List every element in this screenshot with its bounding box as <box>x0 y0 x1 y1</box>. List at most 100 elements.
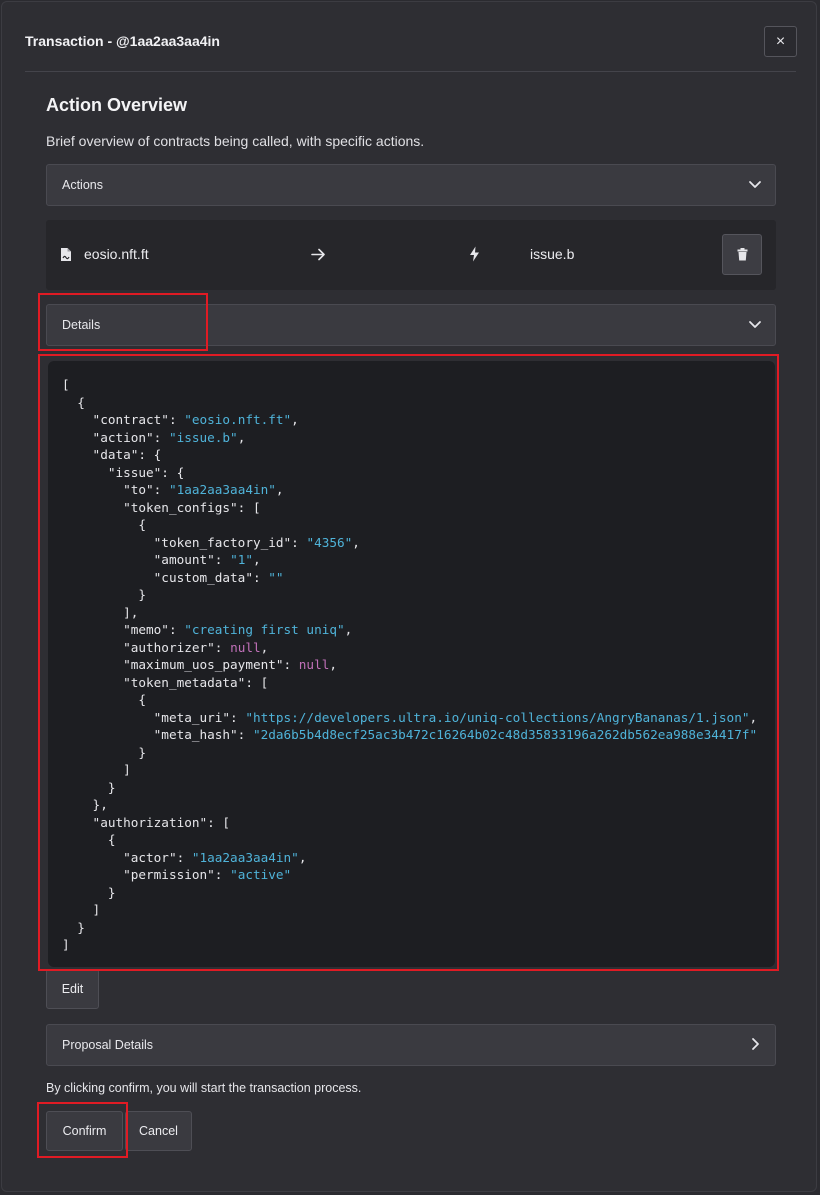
json-line: "contract": "eosio.nft.ft", <box>62 411 757 429</box>
json-token: } <box>62 587 147 602</box>
json-line: { <box>62 516 757 534</box>
modal-header: Transaction - @1aa2aa3aa4in × <box>2 2 816 72</box>
section-description: Brief overview of contracts being called… <box>46 133 425 149</box>
delete-action-button[interactable] <box>722 234 762 275</box>
json-token: "token_metadata": [ <box>62 674 269 690</box>
cancel-button[interactable]: Cancel <box>125 1111 192 1151</box>
json-line: "token_configs": [ <box>62 499 757 517</box>
json-token: "contract": <box>62 412 185 427</box>
header-divider <box>25 71 796 72</box>
json-string-token: "https://developers.ultra.io/uniq-collec… <box>245 709 750 725</box>
json-string-token: "creating first uniq" <box>184 622 345 637</box>
json-line: } <box>62 586 757 604</box>
json-line: [ <box>62 376 757 394</box>
json-token: "authorization": [ <box>62 814 231 830</box>
json-token: } <box>62 919 85 935</box>
json-string-token: "active" <box>230 867 292 882</box>
json-token: "token_configs": [ <box>62 499 261 515</box>
json-string-token: "4356" <box>306 534 353 550</box>
json-string-token: "1" <box>230 552 253 567</box>
json-line: "to": "1aa2aa3aa4in", <box>62 481 757 499</box>
json-string-token: "issue.b" <box>168 429 238 445</box>
json-token: { <box>62 692 147 707</box>
json-token: "authorizer": <box>62 639 231 655</box>
arrow-right-icon <box>311 248 325 261</box>
json-token: , <box>252 552 261 567</box>
json-line: ] <box>62 761 757 779</box>
transaction-modal: Transaction - @1aa2aa3aa4in × Action Ove… <box>1 1 817 1192</box>
json-token: , <box>749 709 758 725</box>
json-token: , <box>260 639 269 655</box>
json-line: } <box>62 744 757 762</box>
json-line: ] <box>62 936 757 954</box>
json-line: "meta_hash": "2da6b5b4d8ecf25ac3b472c162… <box>62 726 757 744</box>
json-line: ] <box>62 901 757 919</box>
json-null-token: null <box>230 639 261 655</box>
edit-button[interactable]: Edit <box>46 969 99 1009</box>
json-token: ], <box>62 604 139 620</box>
json-line: }, <box>62 796 757 814</box>
action-name: issue.b <box>530 246 575 262</box>
json-token: , <box>344 622 353 637</box>
json-line: "authorizer": null, <box>62 639 757 657</box>
json-line: "maximum_uos_payment": null, <box>62 656 757 674</box>
json-string-token: "1aa2aa3aa4in" <box>168 482 276 497</box>
chevron-down-icon <box>749 181 761 188</box>
json-code-block: [ { "contract": "eosio.nft.ft", "action"… <box>48 361 775 967</box>
json-line: "actor": "1aa2aa3aa4in", <box>62 849 757 867</box>
proposal-details-accordion[interactable]: Proposal Details <box>46 1024 776 1066</box>
json-token: , <box>298 849 307 865</box>
json-line: } <box>62 919 757 937</box>
json-line: "permission": "active" <box>62 866 757 884</box>
json-token: , <box>352 534 360 550</box>
json-token: { <box>62 394 85 410</box>
cancel-button-label: Cancel <box>139 1124 178 1138</box>
lightning-bolt-icon <box>470 246 479 262</box>
json-token: "action": <box>62 429 169 445</box>
json-token: , <box>291 412 299 427</box>
json-token: "data": { <box>62 447 162 462</box>
json-token: "meta_hash": <box>62 727 253 742</box>
json-token: ] <box>62 762 131 777</box>
json-string-token: "2da6b5b4d8ecf25ac3b472c16264b02c48d3583… <box>252 727 758 742</box>
json-null-token: null <box>298 657 330 672</box>
json-string-token: "eosio.nft.ft" <box>184 412 292 427</box>
close-icon: × <box>775 32 786 50</box>
json-line: } <box>62 884 757 902</box>
details-accordion[interactable]: Details <box>46 304 776 346</box>
confirm-button-label: Confirm <box>62 1124 107 1138</box>
section-title: Action Overview <box>46 95 188 115</box>
file-contract-icon <box>61 248 71 261</box>
json-line: "amount": "1", <box>62 551 757 569</box>
action-row: eosio.nft.ft issue.b <box>46 220 776 290</box>
json-token: "issue": { <box>62 464 185 480</box>
json-token: "permission": <box>62 867 231 882</box>
json-token: { <box>62 832 116 847</box>
json-token: [ <box>62 377 70 392</box>
json-line: { <box>62 831 757 849</box>
json-line: "issue": { <box>62 464 757 482</box>
json-token: , <box>275 482 284 497</box>
json-token: "maximum_uos_payment": <box>62 657 299 672</box>
json-token: }, <box>62 797 108 812</box>
actions-accordion[interactable]: Actions <box>46 164 776 206</box>
close-button[interactable]: × <box>764 26 797 57</box>
confirm-button[interactable]: Confirm <box>46 1111 123 1151</box>
json-string-token: "1aa2aa3aa4in" <box>191 849 299 865</box>
json-line: { <box>62 691 757 709</box>
json-token: "to": <box>62 482 169 497</box>
json-line: "token_factory_id": "4356", <box>62 534 757 552</box>
json-line: "custom_data": "" <box>62 569 757 587</box>
json-token: "token_factory_id": <box>62 534 307 550</box>
json-line: } <box>62 779 757 797</box>
chevron-down-icon <box>749 321 761 328</box>
json-token: ] <box>62 937 70 952</box>
json-token: } <box>62 744 147 760</box>
chevron-right-icon <box>752 1038 759 1050</box>
modal-title: Transaction - @1aa2aa3aa4in <box>25 33 220 49</box>
json-token: } <box>62 884 116 900</box>
proposal-details-label: Proposal Details <box>62 1038 154 1052</box>
json-token: ] <box>62 902 101 917</box>
edit-button-label: Edit <box>61 982 84 996</box>
json-token: "amount": <box>62 552 231 567</box>
